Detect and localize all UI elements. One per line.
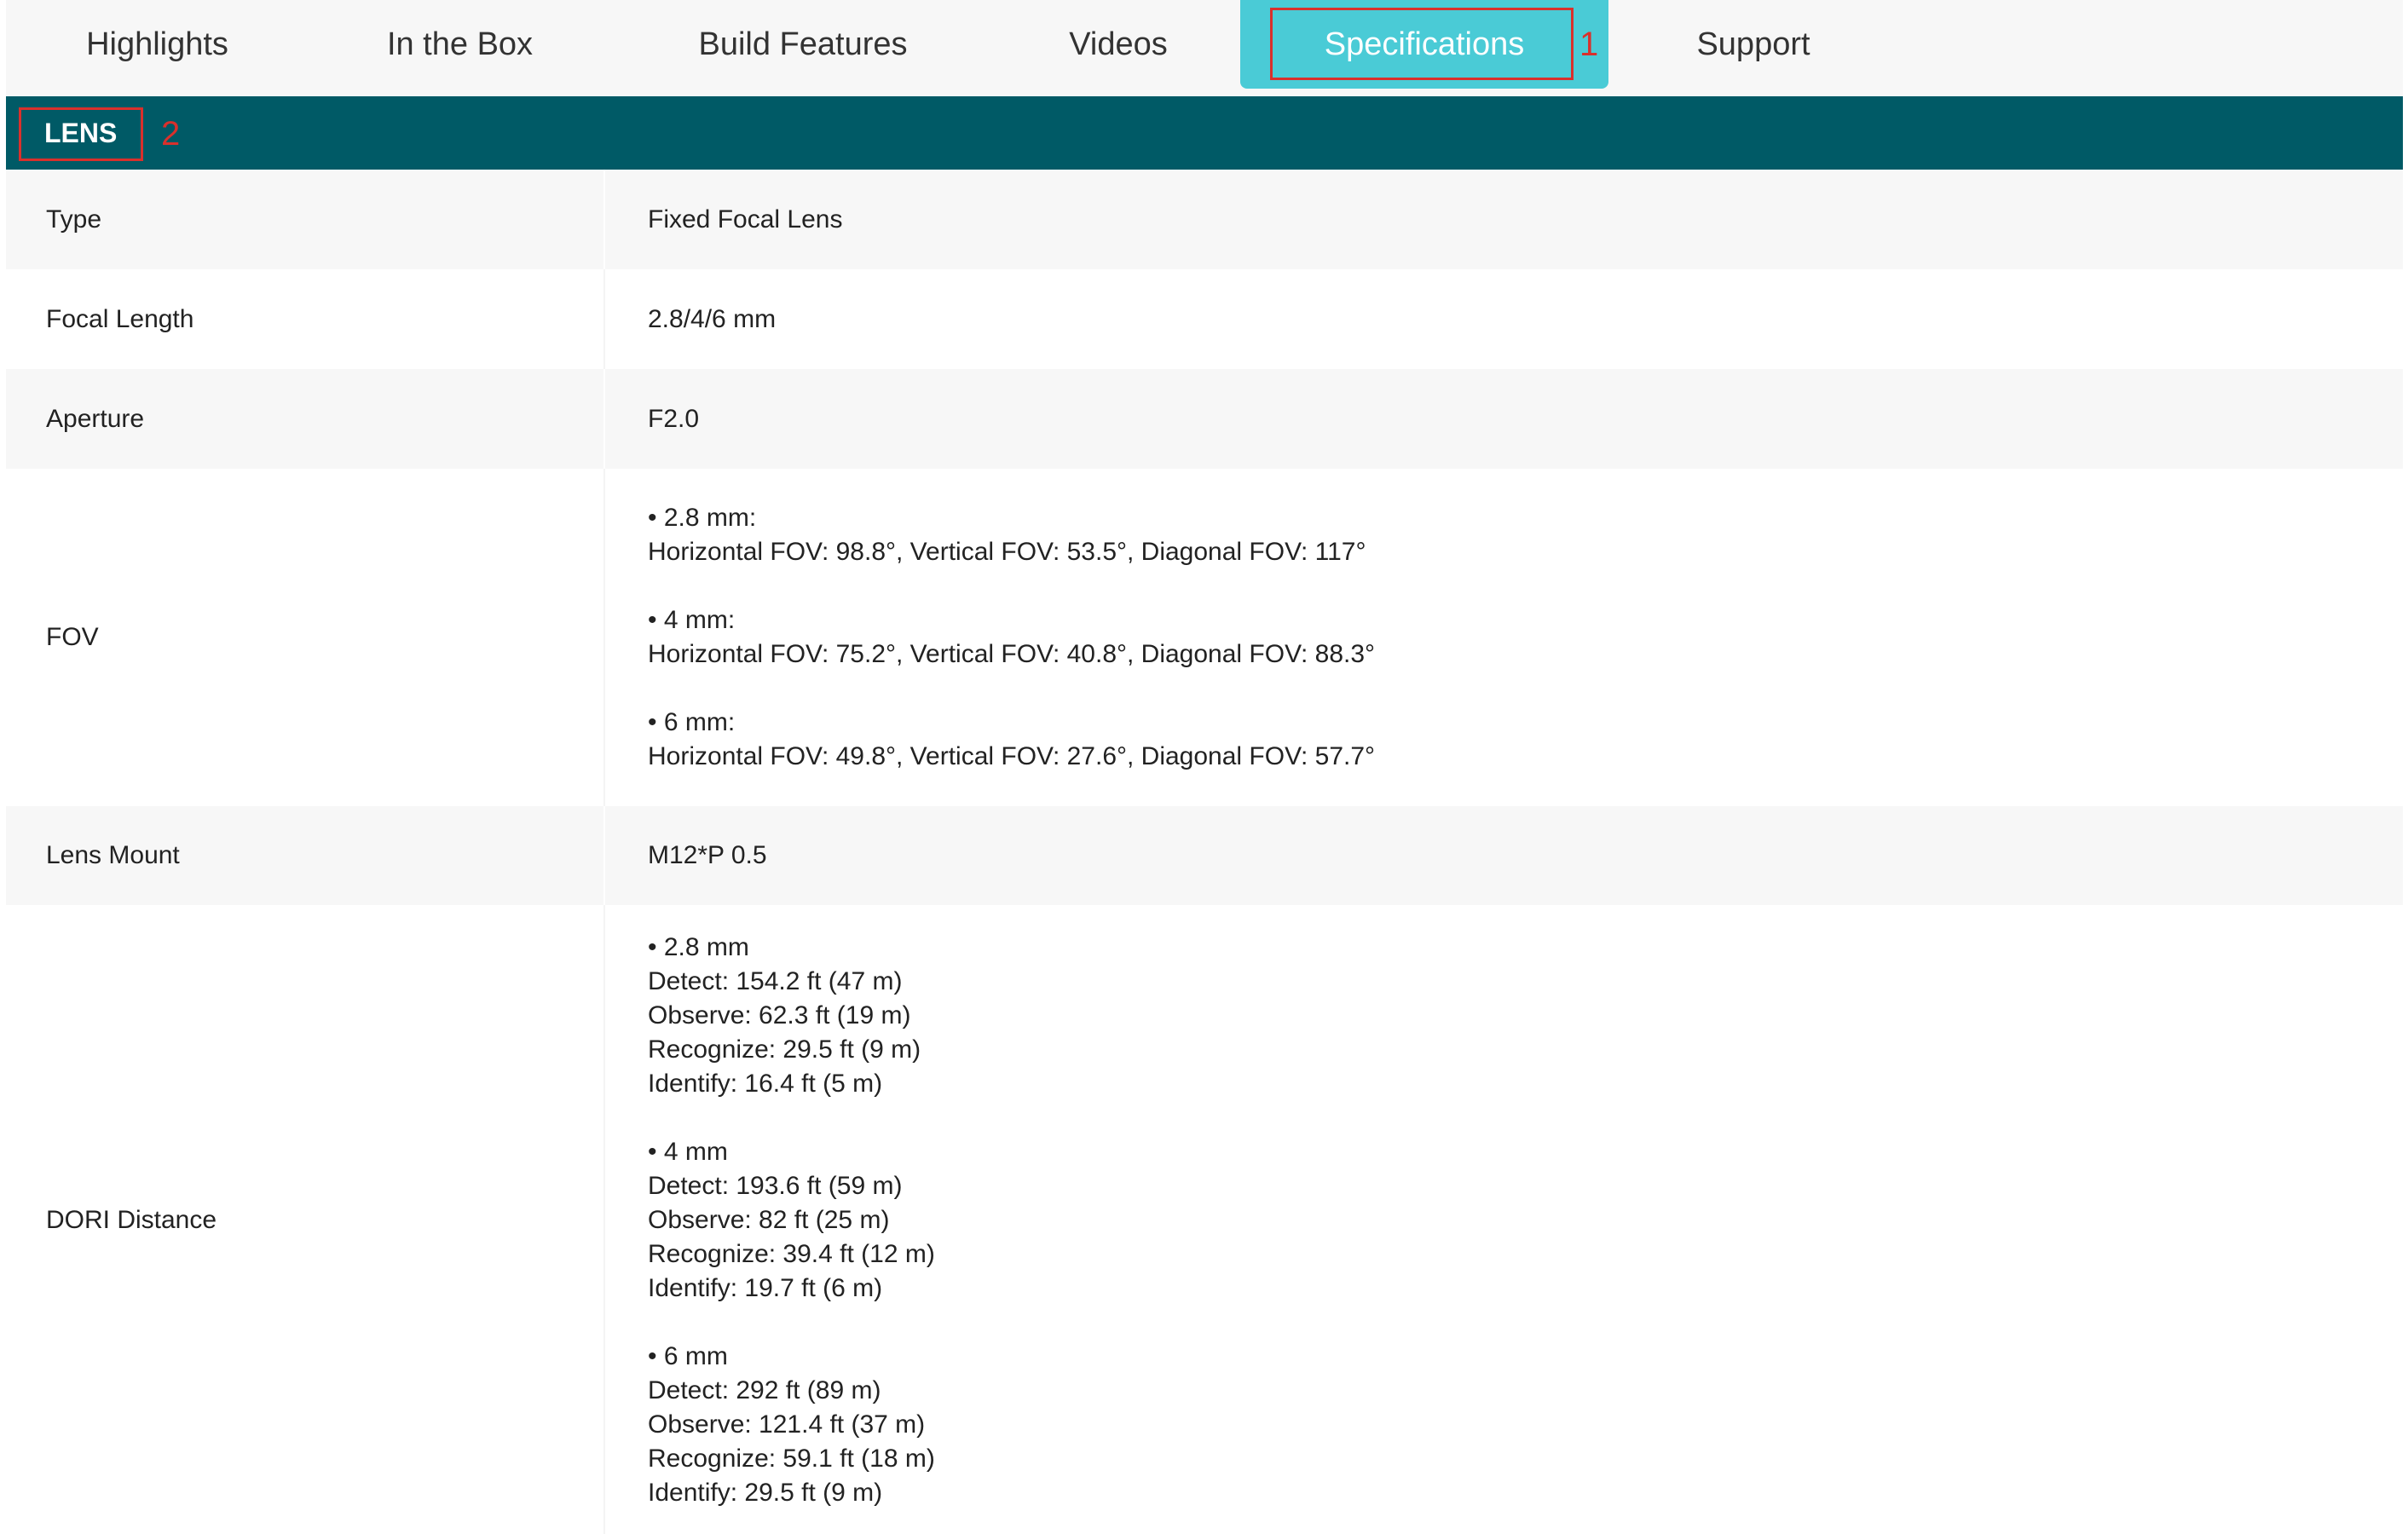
- spec-value-line: • 2.8 mm:: [648, 504, 757, 532]
- tab-label: Videos: [1069, 26, 1168, 62]
- tab-label: Highlights: [86, 26, 228, 62]
- spec-value-line: • 6 mm: [648, 1342, 728, 1370]
- spec-value-line: Recognize: 39.4 ft (12 m): [648, 1240, 935, 1268]
- spec-value: • 2.8 mm: Horizontal FOV: 98.8°, Vertica…: [603, 469, 2403, 806]
- spec-value-line: Recognize: 59.1 ft (18 m): [648, 1445, 935, 1473]
- spec-value-spacer: [648, 569, 2403, 603]
- tab-label: In the Box: [386, 26, 534, 62]
- spec-value-line: Horizontal FOV: 75.2°, Vertical FOV: 40.…: [648, 640, 1376, 668]
- spec-value-line: 2.8/4/6 mm: [648, 304, 777, 333]
- spec-value-spacer: [648, 672, 2403, 706]
- spec-key: Type: [46, 205, 102, 234]
- tab-support[interactable]: Support: [1608, 0, 1898, 89]
- spec-table: Type Fixed Focal Lens Focal Length 2.8/4…: [6, 170, 2403, 1534]
- annotation-number-2: 2: [161, 115, 181, 153]
- spec-value: • 2.8 mm Detect: 154.2 ft (47 m) Observe…: [603, 905, 2403, 1534]
- spec-row-lens-mount: Lens Mount M12*P 0.5: [6, 806, 2403, 905]
- tab-label: Specifications: [1324, 26, 1525, 62]
- tab-label: Build Features: [698, 26, 908, 62]
- section-title: LENS: [44, 118, 118, 148]
- spec-value-spacer: [648, 1101, 2403, 1135]
- tab-highlights[interactable]: Highlights: [6, 0, 309, 89]
- spec-value-line: • 4 mm: [648, 1138, 728, 1166]
- spec-value-line: • 6 mm:: [648, 708, 736, 736]
- spec-value-line: M12*P 0.5: [648, 841, 767, 869]
- tab-label: Support: [1696, 26, 1810, 62]
- spec-value-line: Fixed Focal Lens: [648, 205, 843, 234]
- spec-key: Focal Length: [46, 304, 194, 333]
- spec-value-line: Detect: 292 ft (89 m): [648, 1376, 881, 1404]
- spec-value-line: Horizontal FOV: 98.8°, Vertical FOV: 53.…: [648, 538, 1366, 566]
- spec-value: F2.0: [603, 369, 2403, 469]
- tab-in-the-box[interactable]: In the Box: [309, 0, 611, 89]
- spec-value-line: Identify: 19.7 ft (6 m): [648, 1274, 883, 1302]
- spec-value-line: • 4 mm:: [648, 606, 736, 634]
- tab-videos[interactable]: Videos: [995, 0, 1242, 89]
- spec-key: FOV: [46, 623, 99, 651]
- spec-value-line: Identify: 16.4 ft (5 m): [648, 1070, 883, 1098]
- spec-row-aperture: Aperture F2.0: [6, 369, 2403, 469]
- spec-value-line: Identify: 29.5 ft (9 m): [648, 1479, 883, 1507]
- annotation-number-1: 1: [1579, 26, 1599, 63]
- spec-key: Lens Mount: [46, 841, 180, 869]
- spec-key: DORI Distance: [46, 1206, 217, 1234]
- spec-page: Highlights In the Box Build Features Vid…: [6, 0, 2403, 1534]
- spec-value-line: Observe: 82 ft (25 m): [648, 1206, 890, 1234]
- section-header-lens: LENS 2: [6, 96, 2403, 170]
- spec-value-line: Observe: 121.4 ft (37 m): [648, 1410, 926, 1439]
- spec-row-fov: FOV • 2.8 mm: Horizontal FOV: 98.8°, Ver…: [6, 469, 2403, 806]
- spec-value-line: Horizontal FOV: 49.8°, Vertical FOV: 27.…: [648, 742, 1376, 770]
- spec-value-line: F2.0: [648, 404, 700, 433]
- spec-value-line: • 2.8 mm: [648, 933, 749, 961]
- tab-bar: Highlights In the Box Build Features Vid…: [6, 0, 2403, 96]
- spec-row-focal-length: Focal Length 2.8/4/6 mm: [6, 269, 2403, 369]
- spec-key: Aperture: [46, 404, 145, 433]
- tab-specifications[interactable]: Specifications: [1240, 0, 1608, 89]
- tab-build-features[interactable]: Build Features: [611, 0, 995, 89]
- spec-value-line: Detect: 193.6 ft (59 m): [648, 1172, 903, 1200]
- spec-row-type: Type Fixed Focal Lens: [6, 170, 2403, 269]
- spec-value-spacer: [648, 1306, 2403, 1340]
- spec-value-line: Recognize: 29.5 ft (9 m): [648, 1035, 921, 1064]
- spec-value: M12*P 0.5: [603, 806, 2403, 905]
- spec-value: 2.8/4/6 mm: [603, 269, 2403, 369]
- spec-value-line: Observe: 62.3 ft (19 m): [648, 1001, 911, 1029]
- spec-value-line: Detect: 154.2 ft (47 m): [648, 967, 903, 995]
- spec-row-dori-distance: DORI Distance • 2.8 mm Detect: 154.2 ft …: [6, 905, 2403, 1534]
- spec-value: Fixed Focal Lens: [603, 170, 2403, 269]
